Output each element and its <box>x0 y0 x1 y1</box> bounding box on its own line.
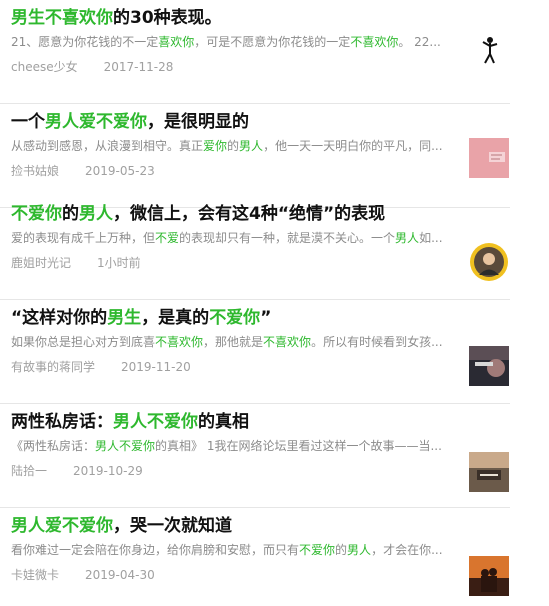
text-run: 的 <box>62 204 79 224</box>
highlighted-keyword: 男人 <box>239 139 264 153</box>
article-snippet: 爱的表现有成千上万种，但不爱的表现却只有一种，就是漠不关心。一个男人如... <box>11 230 456 246</box>
article-item[interactable]: 不爱你的男人，微信上，会有这4种“绝情”的表现 爱的表现有成千上万种，但不爱的表… <box>0 196 510 300</box>
article-item[interactable]: “这样对你的男生，是真的不爱你” 如果你总是担心对方到底喜不喜欢你，那他就是不喜… <box>0 300 510 404</box>
article-item[interactable]: 两性私房话：男人不爱你的真相 《两性私房话：男人不爱你的真相》 1我在网络论坛里… <box>0 404 510 508</box>
article-title[interactable]: 男生不喜欢你的30种表现。 <box>11 6 481 30</box>
sunset-couple-thumbnail[interactable] <box>469 556 509 596</box>
text-run: 如... <box>419 231 443 245</box>
text-run: 的表现却只有一种，就是漠不关心。一个 <box>179 231 396 245</box>
text-run: 两性私房话： <box>11 412 113 432</box>
article-author: 捡书姑娘 <box>11 164 60 178</box>
article-author: 有故事的蒋同学 <box>11 360 96 374</box>
highlighted-keyword: 不爱 <box>155 231 180 245</box>
article-date: 2019-04-30 <box>85 568 155 582</box>
round-avatar-thumbnail[interactable] <box>469 242 509 282</box>
text-run: ，那他就是 <box>203 335 264 349</box>
article-date: 1小时前 <box>97 256 141 270</box>
article-title[interactable]: 男人爱不爱你，哭一次就知道 <box>11 514 481 538</box>
text-run: 21、愿意为你花钱的不一定 <box>11 35 159 49</box>
article-author: 卡娃微卡 <box>11 568 60 582</box>
article-snippet: 《两性私房话：男人不爱你的真相》 1我在网络论坛里看过这样一个故事——当... <box>11 438 456 454</box>
highlighted-keyword: 不喜欢你 <box>155 335 204 349</box>
article-meta: 陆拾一 2019-10-29 <box>11 463 143 479</box>
article-date: 2019-11-20 <box>121 360 191 374</box>
article-author: 陆拾一 <box>11 464 48 478</box>
stick-figure-thumbnail[interactable] <box>469 32 509 72</box>
dark-photo-thumbnail[interactable] <box>469 346 509 386</box>
text-run: ” <box>260 308 272 328</box>
article-author: 鹿姐时光记 <box>11 256 72 270</box>
article-snippet: 如果你总是担心对方到底喜不喜欢你，那他就是不喜欢你。所以有时候看到女孩... <box>11 334 456 350</box>
article-meta: 卡娃微卡 2019-04-30 <box>11 567 155 583</box>
article-title[interactable]: 一个男人爱不爱你，是很明显的 <box>11 110 481 134</box>
article-item[interactable]: 男人爱不爱你，哭一次就知道 看你难过一定会陪在你身边，给你肩膀和安慰，而只有不爱… <box>0 508 510 606</box>
text-run: 如果你总是担心对方到底喜 <box>11 335 156 349</box>
article-meta: 有故事的蒋同学 2019-11-20 <box>11 359 191 375</box>
text-run: 从感动到感恩，从浪漫到相守。真正 <box>11 139 204 153</box>
text-run: 看你难过一定会陪在你身边，给你肩膀和安慰，而只有 <box>11 543 300 557</box>
text-run: 的 <box>227 139 240 153</box>
article-author: cheese少女 <box>11 60 78 74</box>
article-title[interactable]: 不爱你的男人，微信上，会有这4种“绝情”的表现 <box>11 202 481 226</box>
text-run: ，是真的 <box>141 308 210 328</box>
text-run: 爱的表现有成千上万种，但 <box>11 231 156 245</box>
article-meta: 捡书姑娘 2019-05-23 <box>11 163 155 179</box>
article-date: 2019-10-29 <box>73 464 143 478</box>
article-meta: cheese少女 2017-11-28 <box>11 59 173 75</box>
article-title[interactable]: 两性私房话：男人不爱你的真相 <box>11 410 481 434</box>
highlighted-keyword: 男生 <box>107 308 142 328</box>
highlighted-keyword: 男人 <box>347 543 372 557</box>
text-run: 《两性私房话： <box>11 439 96 453</box>
text-run: ，微信上，会有这4种“绝情”的表现 <box>113 204 386 224</box>
article-item[interactable]: 一个男人爱不爱你，是很明显的 从感动到感恩，从浪漫到相守。真正爱你的男人，他一天… <box>0 104 510 208</box>
highlighted-keyword: 不喜欢你 <box>263 335 312 349</box>
pink-card-thumbnail[interactable] <box>469 138 509 178</box>
article-date: 2017-11-28 <box>103 60 174 74</box>
article-snippet: 21、愿意为你花钱的不一定喜欢你，可是不愿意为你花钱的一定不喜欢你。 22... <box>11 34 456 50</box>
text-run: ，哭一次就知道 <box>113 516 232 536</box>
text-run: 的真相 <box>198 412 249 432</box>
highlighted-keyword: 喜欢你 <box>158 35 195 49</box>
text-run: 的30种表现。 <box>113 8 222 28</box>
article-snippet: 看你难过一定会陪在你身边，给你肩膀和安慰，而只有不爱你的男人，才会在你... <box>11 542 456 558</box>
highlighted-keyword: 不喜欢你 <box>45 8 113 28</box>
highlighted-keyword: 不爱你 <box>299 543 336 557</box>
highlighted-keyword: 不喜欢你 <box>350 35 399 49</box>
text-run: ，才会在你... <box>371 543 443 557</box>
highlighted-keyword: 男人爱不爱你 <box>45 112 147 132</box>
search-results-feed: 男生不喜欢你的30种表现。 21、愿意为你花钱的不一定喜欢你，可是不愿意为你花钱… <box>0 0 549 606</box>
article-snippet: 从感动到感恩，从浪漫到相守。真正爱你的男人，他一天一天明白你的平凡，同... <box>11 138 456 154</box>
article-title[interactable]: “这样对你的男生，是真的不爱你” <box>11 306 481 330</box>
text-run: ，他一天一天明白你的平凡，同... <box>263 139 443 153</box>
article-date: 2019-05-23 <box>85 164 155 178</box>
highlighted-keyword: 男人爱不爱你 <box>11 516 113 536</box>
highlighted-keyword: 男人 <box>79 204 113 224</box>
highlighted-keyword: 不爱你 <box>209 308 261 328</box>
highlighted-keyword: 男人 <box>395 231 420 245</box>
photo-label-thumbnail[interactable] <box>469 452 509 492</box>
text-run: ，是很明显的 <box>147 112 249 132</box>
highlighted-keyword: 男人不爱你 <box>113 412 198 432</box>
highlighted-keyword: 男人不爱你 <box>95 439 156 453</box>
text-run: 一个 <box>11 112 45 132</box>
text-run: 的真相》 1我在网络论坛里看过这样一个故事——当... <box>155 439 442 453</box>
article-item[interactable]: 男生不喜欢你的30种表现。 21、愿意为你花钱的不一定喜欢你，可是不愿意为你花钱… <box>0 0 510 104</box>
highlighted-keyword: 爱你 <box>203 139 228 153</box>
highlighted-keyword: 不爱你 <box>11 204 62 224</box>
article-meta: 鹿姐时光记 1小时前 <box>11 255 141 271</box>
text-run: “这样对你的 <box>11 308 108 328</box>
text-run: ，可是不愿意为你花钱的一定 <box>194 35 351 49</box>
text-run: 。 22... <box>398 35 441 49</box>
text-run: 的 <box>335 543 348 557</box>
text-run: 。所以有时候看到女孩... <box>311 335 443 349</box>
highlighted-keyword: 男生 <box>11 8 45 28</box>
